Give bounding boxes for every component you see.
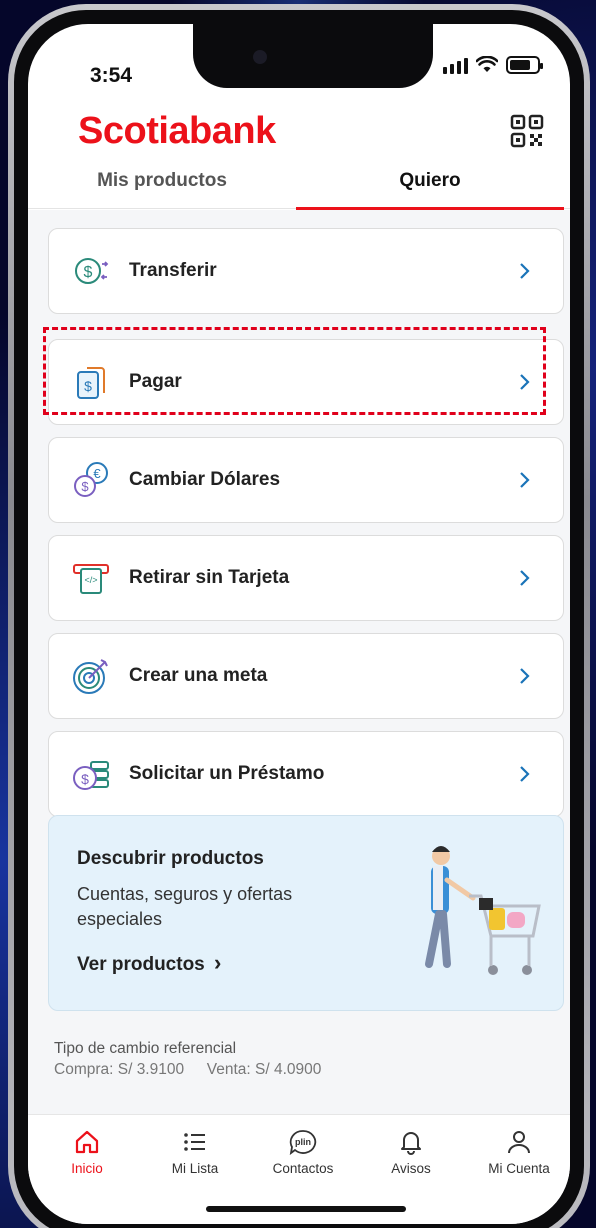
nav-label: Inicio bbox=[71, 1161, 103, 1176]
nav-label: Contactos bbox=[272, 1161, 334, 1176]
loan-icon: $ bbox=[73, 761, 109, 790]
rates-title: Tipo de cambio referencial bbox=[54, 1040, 237, 1057]
exchange-rate-info: Tipo de cambio referencial Compra: S/ 3.… bbox=[54, 1038, 321, 1080]
action-label: Retirar sin Tarjeta bbox=[129, 567, 290, 588]
action-label: Pagar bbox=[129, 371, 182, 392]
promo-banner[interactable]: Descubrir productos Cuentas, seguros y o… bbox=[48, 815, 564, 1011]
pay-document-icon: $ bbox=[77, 367, 105, 399]
chevron-right-icon bbox=[520, 472, 530, 488]
list-icon bbox=[184, 1133, 205, 1151]
atm-cardless-icon: </> bbox=[73, 564, 109, 594]
home-indicator bbox=[206, 1206, 406, 1212]
tab-quiero[interactable]: Quiero bbox=[296, 169, 564, 210]
tab-mis-productos[interactable]: Mis productos bbox=[28, 169, 296, 209]
app-screen: 3:54 Scotiabank Mis productos Quiero $ T… bbox=[28, 24, 570, 1224]
action-transferir[interactable]: $ Transferir bbox=[48, 228, 564, 314]
action-label: Solicitar un Préstamo bbox=[129, 763, 325, 784]
link-label: Ver productos bbox=[77, 954, 205, 975]
chevron-right-icon bbox=[520, 766, 530, 782]
target-goal-icon bbox=[73, 659, 108, 694]
currency-exchange-icon: € $ bbox=[74, 462, 108, 497]
action-label: Cambiar Dólares bbox=[129, 469, 281, 490]
chevron-right-icon bbox=[520, 263, 530, 279]
scotiabank-logo: Scotiabank bbox=[78, 110, 276, 152]
svg-text:$: $ bbox=[81, 479, 89, 494]
status-time: 3:54 bbox=[90, 64, 133, 87]
transfer-icon: $ bbox=[75, 258, 109, 284]
nav-contactos[interactable]: plin Contactos bbox=[253, 1129, 353, 1176]
svg-text:$: $ bbox=[84, 378, 92, 394]
main-content: $ Transferir $ Pagar € $ Cambiar Dólares… bbox=[28, 210, 570, 1114]
svg-text:</>: </> bbox=[84, 575, 97, 585]
chevron-right-icon bbox=[520, 570, 530, 586]
action-label: Transferir bbox=[129, 260, 217, 281]
qr-code-icon[interactable] bbox=[510, 114, 544, 148]
action-retirar-sin-tarjeta[interactable]: </> Retirar sin Tarjeta bbox=[48, 535, 564, 621]
plin-icon: plin bbox=[289, 1130, 317, 1155]
tab-bar: Mis productos Quiero bbox=[28, 169, 570, 210]
bell-icon bbox=[401, 1132, 421, 1155]
user-icon bbox=[508, 1131, 530, 1154]
nav-mi-cuenta[interactable]: Mi Cuenta bbox=[469, 1129, 569, 1176]
notch bbox=[193, 24, 433, 88]
nav-inicio[interactable]: Inicio bbox=[37, 1129, 137, 1176]
svg-text:$: $ bbox=[84, 264, 93, 281]
chevron-right-icon bbox=[520, 668, 530, 684]
bottom-nav: Inicio Mi Lista plin Contactos Avisos Mi… bbox=[28, 1114, 570, 1224]
shopping-illustration bbox=[425, 846, 541, 975]
nav-mi-lista[interactable]: Mi Lista bbox=[145, 1129, 245, 1176]
nav-label: Avisos bbox=[391, 1161, 431, 1176]
promo-title: Descubrir productos bbox=[77, 848, 264, 869]
chevron-right-icon: › bbox=[214, 950, 222, 975]
status-icons bbox=[443, 56, 543, 74]
nav-label: Mi Cuenta bbox=[488, 1161, 550, 1176]
ver-productos-link[interactable]: Ver productos › bbox=[77, 950, 221, 976]
chevron-right-icon bbox=[520, 374, 530, 390]
wifi-icon bbox=[476, 56, 498, 72]
action-pagar[interactable]: $ Pagar bbox=[48, 339, 564, 425]
action-crear-meta[interactable]: Crear una meta bbox=[48, 633, 564, 719]
svg-text:€: € bbox=[93, 466, 101, 481]
action-label: Crear una meta bbox=[129, 665, 268, 686]
nav-label: Mi Lista bbox=[171, 1161, 219, 1176]
svg-text:plin: plin bbox=[295, 1137, 311, 1147]
svg-text:$: $ bbox=[81, 771, 89, 787]
action-solicitar-prestamo[interactable]: $ Solicitar un Préstamo bbox=[48, 731, 564, 817]
rate-buy: Compra: S/ 3.9100 bbox=[54, 1061, 185, 1078]
rate-sell: Venta: S/ 4.0900 bbox=[206, 1061, 322, 1078]
nav-avisos[interactable]: Avisos bbox=[361, 1129, 461, 1176]
home-icon bbox=[75, 1130, 99, 1154]
phone-frame: 3:54 Scotiabank Mis productos Quiero $ T… bbox=[8, 4, 590, 1228]
signal-icon bbox=[443, 56, 468, 74]
action-cambiar-dolares[interactable]: € $ Cambiar Dólares bbox=[48, 437, 564, 523]
promo-description: Cuentas, seguros y ofertas especiales bbox=[77, 884, 293, 929]
battery-icon bbox=[506, 56, 543, 74]
